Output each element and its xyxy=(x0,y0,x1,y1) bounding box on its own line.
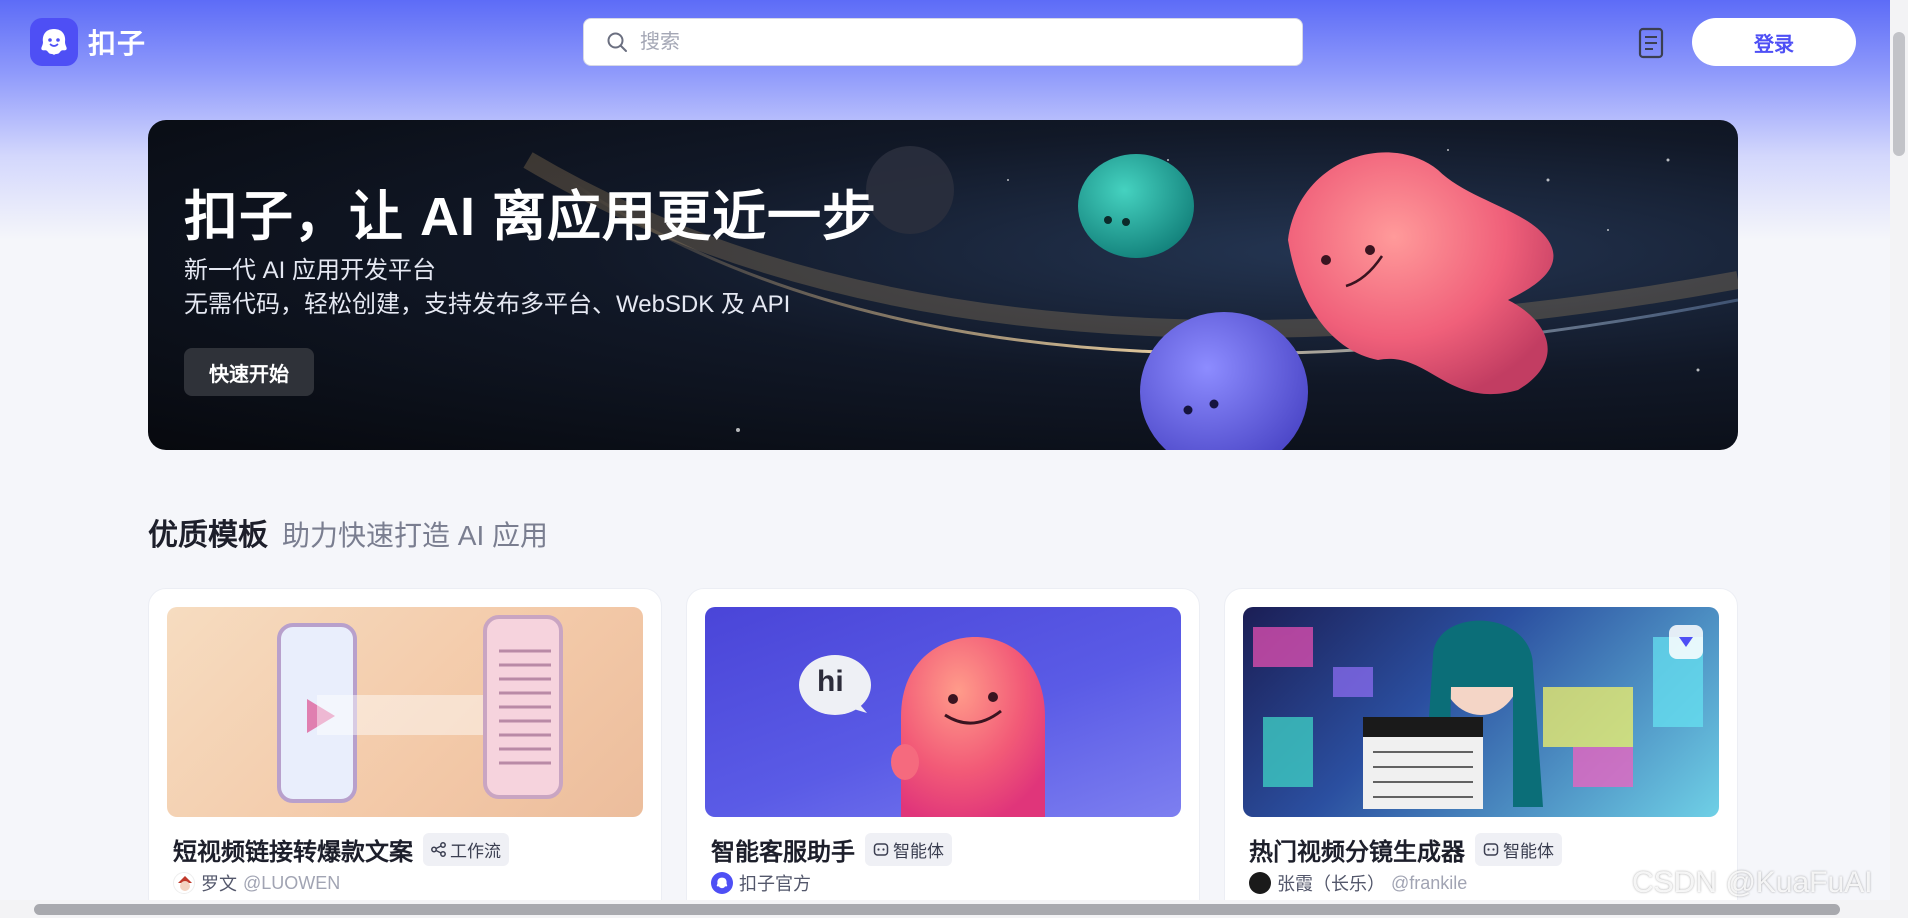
logo-text: 扣子 xyxy=(88,28,147,59)
author-name[interactable]: 罗文 xyxy=(201,870,237,896)
banner-subtitle: 新一代 AI 应用开发平台 无需代码，轻松创建，支持发布多平台、WebSDK 及… xyxy=(184,254,790,322)
mascot-illustration xyxy=(799,637,1045,817)
workflow-icon xyxy=(431,842,446,857)
avatar xyxy=(1249,872,1271,894)
author-handle: @LUOWEN xyxy=(243,872,341,893)
tag-label: 智能体 xyxy=(893,842,944,861)
section-subtitle: 助力快速打造 AI 应用 xyxy=(282,520,549,551)
hero-banner: 扣子，让 AI 离应用更近一步 新一代 AI 应用开发平台 无需代码，轻松创建，… xyxy=(148,120,1738,450)
vertical-scrollbar-thumb[interactable] xyxy=(1893,32,1905,156)
card-type-tag: 工作流 xyxy=(423,833,509,866)
tag-label: 智能体 xyxy=(1503,842,1554,861)
card-thumbnail: hi xyxy=(705,607,1181,817)
card-type-tag: 智能体 xyxy=(1475,833,1562,866)
logo-mascot-icon xyxy=(30,18,78,66)
search-input[interactable] xyxy=(640,30,1280,54)
bot-icon xyxy=(873,843,889,856)
login-button[interactable]: 登录 xyxy=(1692,18,1856,66)
card-thumbnail xyxy=(1243,607,1719,817)
document-icon[interactable] xyxy=(1636,27,1666,59)
template-card[interactable]: 短视频链接转爆款文案 工作流 罗文 @LUOWEN xyxy=(148,588,662,918)
card-thumbnail xyxy=(167,607,643,817)
tag-label: 工作流 xyxy=(450,842,501,861)
card-type-tag: 智能体 xyxy=(865,833,952,866)
top-nav: 扣子 登录 xyxy=(0,0,1890,84)
quick-start-button[interactable]: 快速开始 xyxy=(184,348,314,396)
banner-title: 扣子，让 AI 离应用更近一步 xyxy=(184,187,878,247)
logo[interactable]: 扣子 xyxy=(30,18,146,66)
vertical-scrollbar[interactable] xyxy=(1890,0,1908,918)
bot-icon xyxy=(1483,843,1499,856)
section-title: 优质模板 xyxy=(148,519,268,552)
horizontal-scrollbar[interactable] xyxy=(0,900,1890,918)
avatar xyxy=(711,872,733,894)
anime-clapperboard-illustration xyxy=(1253,620,1703,809)
phones-illustration xyxy=(277,615,563,803)
author-handle: @frankile xyxy=(1391,872,1468,893)
horizontal-scrollbar-thumb[interactable] xyxy=(34,904,1840,915)
banner-subtitle-line2: 无需代码，轻松创建，支持发布多平台、WebSDK 及 API xyxy=(184,291,791,318)
card-title: 智能客服助手 xyxy=(711,839,855,866)
template-card[interactable]: hi 智能客服助手 智能体 扣子官方 xyxy=(686,588,1200,918)
author-name[interactable]: 扣子官方 xyxy=(739,870,811,896)
hi-bubble-text: hi xyxy=(817,665,844,698)
search-box[interactable] xyxy=(583,18,1303,66)
author-name[interactable]: 张霞（长乐） xyxy=(1277,870,1385,896)
avatar xyxy=(173,872,195,894)
search-icon xyxy=(607,32,627,52)
templates-header: 优质模板 助力快速打造 AI 应用 xyxy=(148,510,548,554)
card-title: 短视频链接转爆款文案 xyxy=(173,839,413,866)
watermark-text: CSDN @KuaFuAI xyxy=(1632,866,1873,899)
card-title: 热门视频分镜生成器 xyxy=(1249,839,1465,866)
banner-subtitle-line1: 新一代 AI 应用开发平台 xyxy=(184,257,437,284)
